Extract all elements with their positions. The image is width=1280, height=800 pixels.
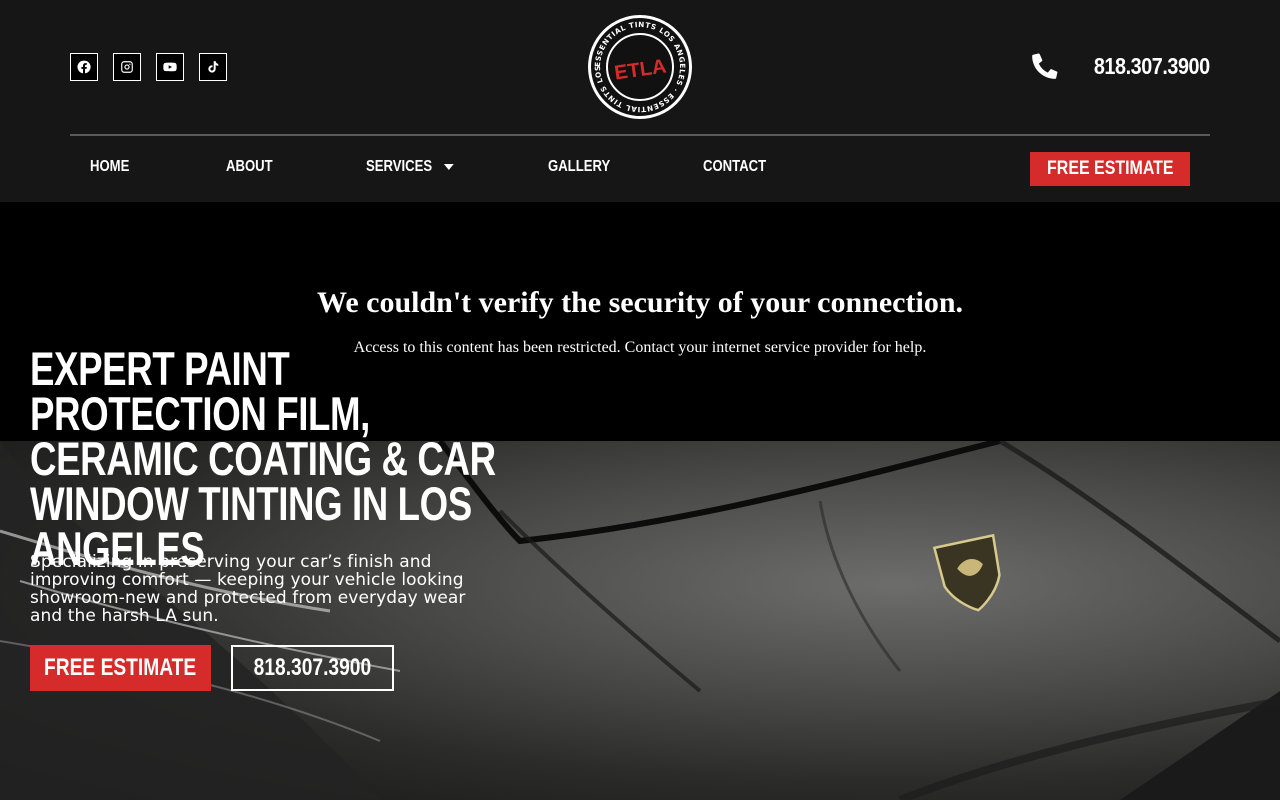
facebook-icon (77, 60, 91, 74)
hero-phone-button[interactable]: 818.307.3900 (231, 645, 394, 691)
nav-item-services[interactable]: SERVICES (366, 152, 454, 182)
tiktok-link[interactable] (199, 53, 227, 81)
free-estimate-button[interactable]: FREE ESTIMATE (1030, 152, 1190, 186)
youtube-icon (163, 62, 177, 72)
facebook-link[interactable] (70, 53, 98, 81)
hero-phone-label: 818.307.3900 (253, 654, 372, 681)
instagram-link[interactable] (113, 53, 141, 81)
security-error-title: We couldn't verify the security of your … (316, 286, 964, 319)
tiktok-icon (208, 61, 219, 73)
nav-item-gallery[interactable]: GALLERY (548, 152, 610, 182)
site-header: ESSENTIAL TINTS LOS ANGELES · ESSENTIAL … (0, 0, 1280, 202)
phone-icon (1032, 53, 1058, 79)
header-phone[interactable]: 818.307.3900 (1031, 52, 1210, 80)
nav-item-contact[interactable]: CONTACT (703, 152, 766, 182)
nav-item-services-label: SERVICES (366, 158, 433, 175)
hero-subtitle: Specializing in preserving your car’s fi… (30, 552, 466, 626)
nav-item-about[interactable]: ABOUT (226, 152, 273, 182)
hero-free-estimate-label: FREE ESTIMATE (44, 654, 197, 681)
free-estimate-button-label: FREE ESTIMATE (1046, 158, 1174, 179)
hero-free-estimate-button[interactable]: FREE ESTIMATE (30, 645, 211, 691)
security-error-message: Access to this content has been restrict… (353, 339, 927, 356)
header-divider (70, 134, 1210, 136)
instagram-icon (121, 61, 133, 73)
youtube-link[interactable] (156, 53, 184, 81)
nav-item-home[interactable]: HOME (90, 152, 129, 182)
header-phone-number: 818.307.3900 (1094, 52, 1210, 79)
hero-title: EXPERT PAINT PROTECTION FILM, CERAMIC CO… (30, 342, 496, 575)
site-logo[interactable]: ESSENTIAL TINTS LOS ANGELES · ESSENTIAL … (587, 14, 693, 120)
caret-down-icon (443, 164, 454, 170)
social-links (70, 53, 227, 81)
